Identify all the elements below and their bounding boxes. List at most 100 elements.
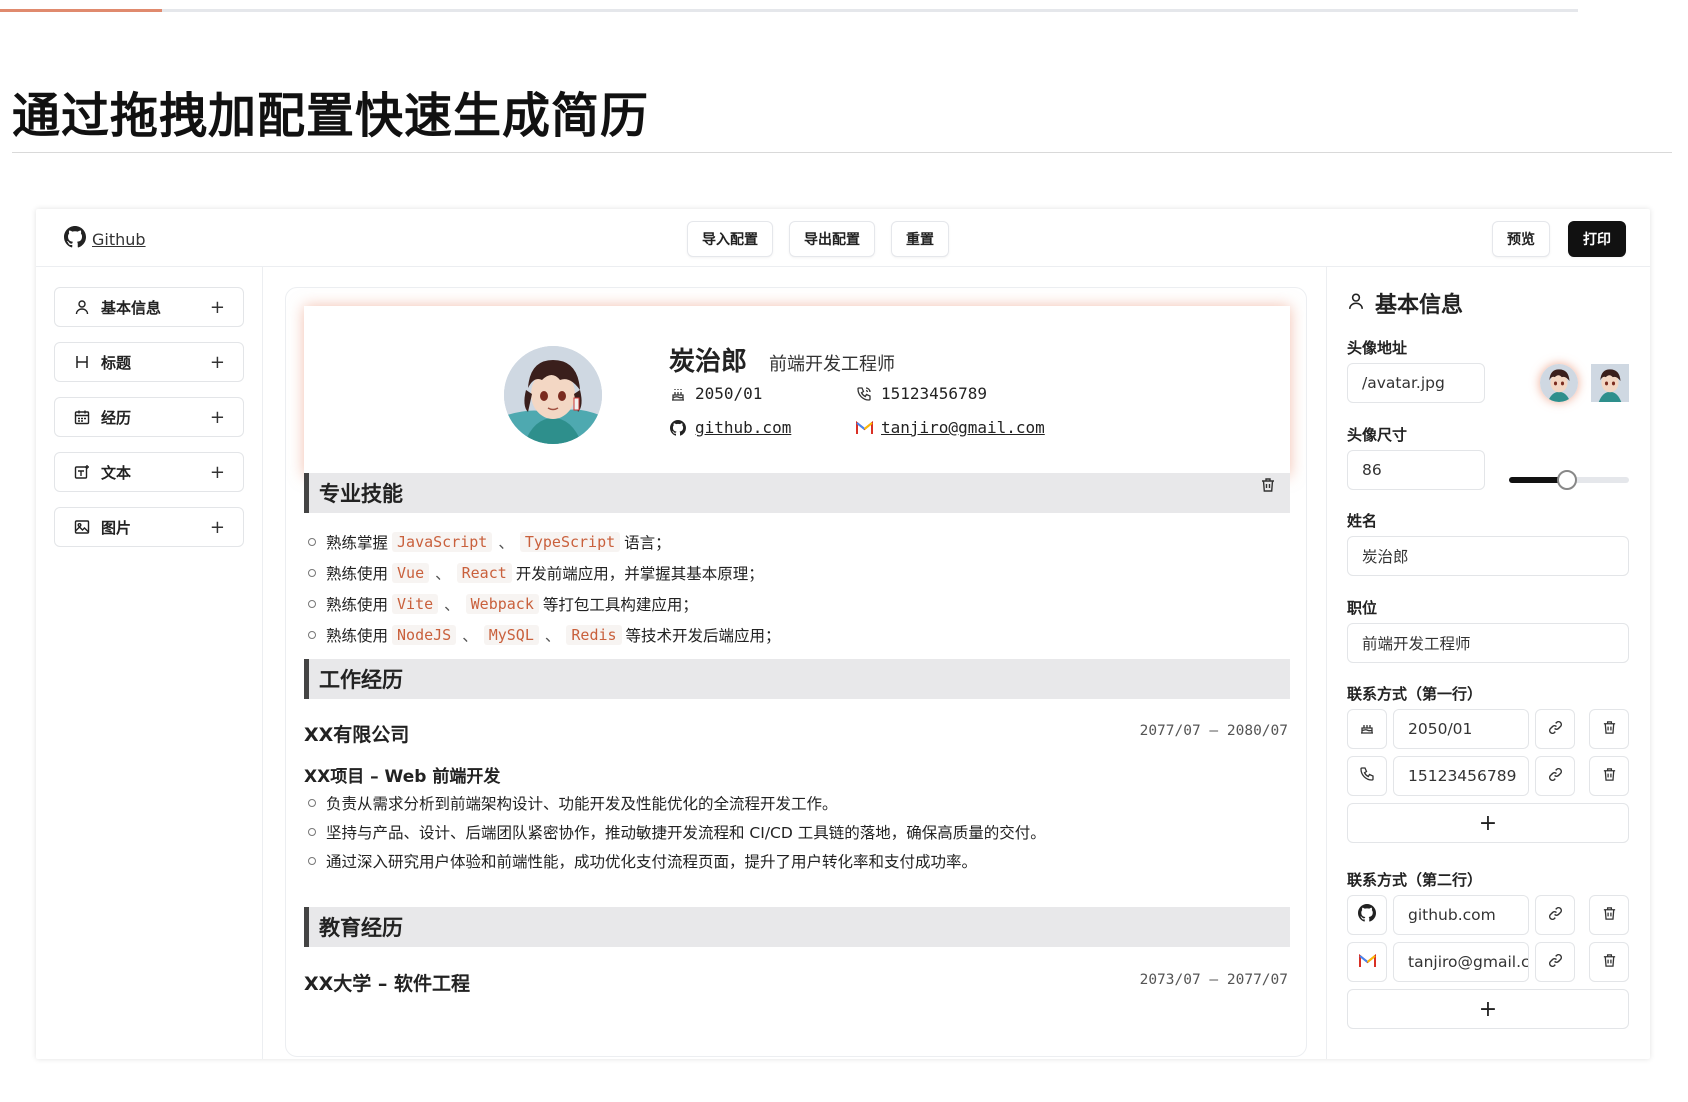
- block-text[interactable]: 文本 +: [54, 452, 244, 492]
- section-heading-text: 工作经历: [319, 668, 403, 692]
- size-label: 头像尺寸: [1347, 426, 1408, 444]
- block-basic-info[interactable]: 基本信息 +: [54, 287, 244, 327]
- link-icon: [1548, 906, 1563, 925]
- skills-list: 熟练掌握 JavaScript 、 TypeScript 语言； 熟练使用 Vu…: [308, 526, 781, 650]
- preview-button[interactable]: 预览: [1492, 221, 1550, 257]
- avatar: [504, 346, 602, 444]
- contact-email[interactable]: tanjiro@gmail.com: [855, 418, 1045, 437]
- contact-value-input[interactable]: 15123456789: [1393, 756, 1529, 796]
- name-label: 姓名: [1347, 512, 1378, 530]
- code-tag: JavaScript: [392, 531, 493, 552]
- block-label: 文本: [101, 463, 132, 482]
- user-icon: [1347, 291, 1365, 316]
- link-button[interactable]: [1535, 895, 1575, 935]
- github-link[interactable]: Github: [64, 226, 146, 252]
- contact-icon-select[interactable]: [1347, 895, 1387, 935]
- block-image[interactable]: 图片 +: [54, 507, 244, 547]
- block-label: 基本信息: [101, 298, 162, 317]
- section-heading-work[interactable]: 工作经历: [304, 659, 1290, 699]
- code-tag: Webpack: [465, 593, 539, 614]
- contact-row1-label: 联系方式（第一行）: [1347, 685, 1483, 703]
- name-input[interactable]: 炭治郎: [1347, 536, 1629, 576]
- delete-button[interactable]: [1589, 709, 1629, 749]
- contact-icon-select[interactable]: [1347, 756, 1387, 796]
- contact-github[interactable]: github.com: [669, 418, 791, 437]
- add-contact-row2-button[interactable]: +: [1347, 989, 1629, 1029]
- avatar-thumb-round[interactable]: [1540, 364, 1578, 402]
- avatar-url-input[interactable]: /avatar.jpg: [1347, 363, 1485, 403]
- section-heading-text: 专业技能: [319, 482, 403, 506]
- add-contact-row1-button[interactable]: +: [1347, 803, 1629, 843]
- link-icon: [1548, 720, 1563, 739]
- user-icon: [73, 298, 91, 316]
- block-label: 图片: [101, 518, 132, 537]
- github-link-label: Github: [92, 229, 146, 249]
- plus-icon: +: [209, 406, 225, 428]
- link-button[interactable]: [1535, 709, 1575, 749]
- section-heading-education[interactable]: 教育经历: [304, 907, 1290, 947]
- delete-button[interactable]: [1589, 942, 1629, 982]
- contact-value-input[interactable]: tanjiro@gmail.com: [1393, 942, 1529, 982]
- code-tag: Redis: [566, 624, 622, 645]
- code-tag: MySQL: [483, 624, 539, 645]
- contact-text: 2050/01: [695, 384, 763, 403]
- trash-icon: [1602, 767, 1617, 786]
- block-heading[interactable]: 标题 +: [54, 342, 244, 382]
- avatar-size-slider[interactable]: [1509, 470, 1629, 490]
- contact-icon-select[interactable]: [1347, 942, 1387, 982]
- contact-birthday: 2050/01: [669, 384, 762, 403]
- github-icon: [64, 226, 86, 252]
- contact-text: github.com: [695, 418, 792, 437]
- phone-icon: [1359, 766, 1375, 786]
- work-list: 负责从需求分析到前端架构设计、功能开发及性能优化的全流程开发工作。 坚持与产品、…: [308, 788, 1046, 875]
- print-button[interactable]: 打印: [1568, 221, 1626, 257]
- text-icon: [73, 463, 91, 481]
- code-tag: NodeJS: [392, 624, 457, 645]
- resume-name: 炭治郎: [669, 347, 748, 377]
- role-label: 职位: [1347, 599, 1378, 617]
- contact-phone: 15123456789: [855, 384, 987, 403]
- education-school: XX大学 – 软件工程: [304, 973, 471, 995]
- github-icon: [1358, 904, 1376, 926]
- contact-text: 15123456789: [881, 384, 987, 403]
- top-progress-accent: [0, 9, 162, 12]
- avatar-size-input[interactable]: 86: [1347, 450, 1485, 490]
- cake-icon: [1359, 719, 1375, 739]
- reset-button[interactable]: 重置: [891, 221, 949, 257]
- list-item: 熟练掌握 JavaScript 、 TypeScript 语言；: [308, 526, 781, 557]
- slider-knob[interactable]: [1557, 470, 1577, 490]
- avatar-thumb-square[interactable]: [1591, 364, 1629, 402]
- trash-icon[interactable]: [1256, 473, 1280, 497]
- code-tag: Vite: [392, 593, 439, 614]
- heading-icon: [73, 353, 91, 371]
- trash-icon: [1602, 906, 1617, 925]
- education-date: 2073/07 – 2077/07: [1139, 972, 1288, 988]
- block-label: 标题: [101, 353, 132, 372]
- resume-paper: 炭治郎 前端开发工程师 2050/01 15123456789 github.c…: [285, 287, 1307, 1057]
- list-item: 熟练使用 NodeJS 、 MySQL 、 Redis 等技术开发后端应用；: [308, 619, 781, 650]
- import-config-button[interactable]: 导入配置: [687, 221, 773, 257]
- contact-row2-label: 联系方式（第二行）: [1347, 871, 1483, 889]
- section-heading-skills[interactable]: 专业技能: [304, 473, 1290, 513]
- delete-button[interactable]: [1589, 895, 1629, 935]
- delete-button[interactable]: [1589, 756, 1629, 796]
- list-item: 负责从需求分析到前端架构设计、功能开发及性能优化的全流程开发工作。: [308, 788, 1046, 817]
- role-input[interactable]: 前端开发工程师: [1347, 623, 1629, 663]
- phone-icon: [855, 385, 873, 403]
- work-company: XX有限公司: [304, 724, 410, 746]
- block-label: 经历: [101, 408, 132, 427]
- link-button[interactable]: [1535, 756, 1575, 796]
- contact-value-input[interactable]: 2050/01: [1393, 709, 1529, 749]
- contact-value-input[interactable]: github.com: [1393, 895, 1529, 935]
- avatar-label: 头像地址: [1347, 339, 1408, 357]
- contact-icon-select[interactable]: [1347, 709, 1387, 749]
- cake-icon: [669, 385, 687, 403]
- list-item: 通过深入研究用户体验和前端性能，成功优化支付流程页面，提升了用户转化率和支付成功…: [308, 846, 1046, 875]
- export-config-button[interactable]: 导出配置: [789, 221, 875, 257]
- resume-preview-area: 炭治郎 前端开发工程师 2050/01 15123456789 github.c…: [263, 267, 1326, 1059]
- resume-basic-info-block[interactable]: 炭治郎 前端开发工程师 2050/01 15123456789 github.c…: [304, 306, 1290, 476]
- block-experience[interactable]: 经历 +: [54, 397, 244, 437]
- link-button[interactable]: [1535, 942, 1575, 982]
- link-icon: [1548, 953, 1563, 972]
- list-item: 熟练使用 Vue 、 React 开发前端应用，并掌握其基本原理；: [308, 557, 781, 588]
